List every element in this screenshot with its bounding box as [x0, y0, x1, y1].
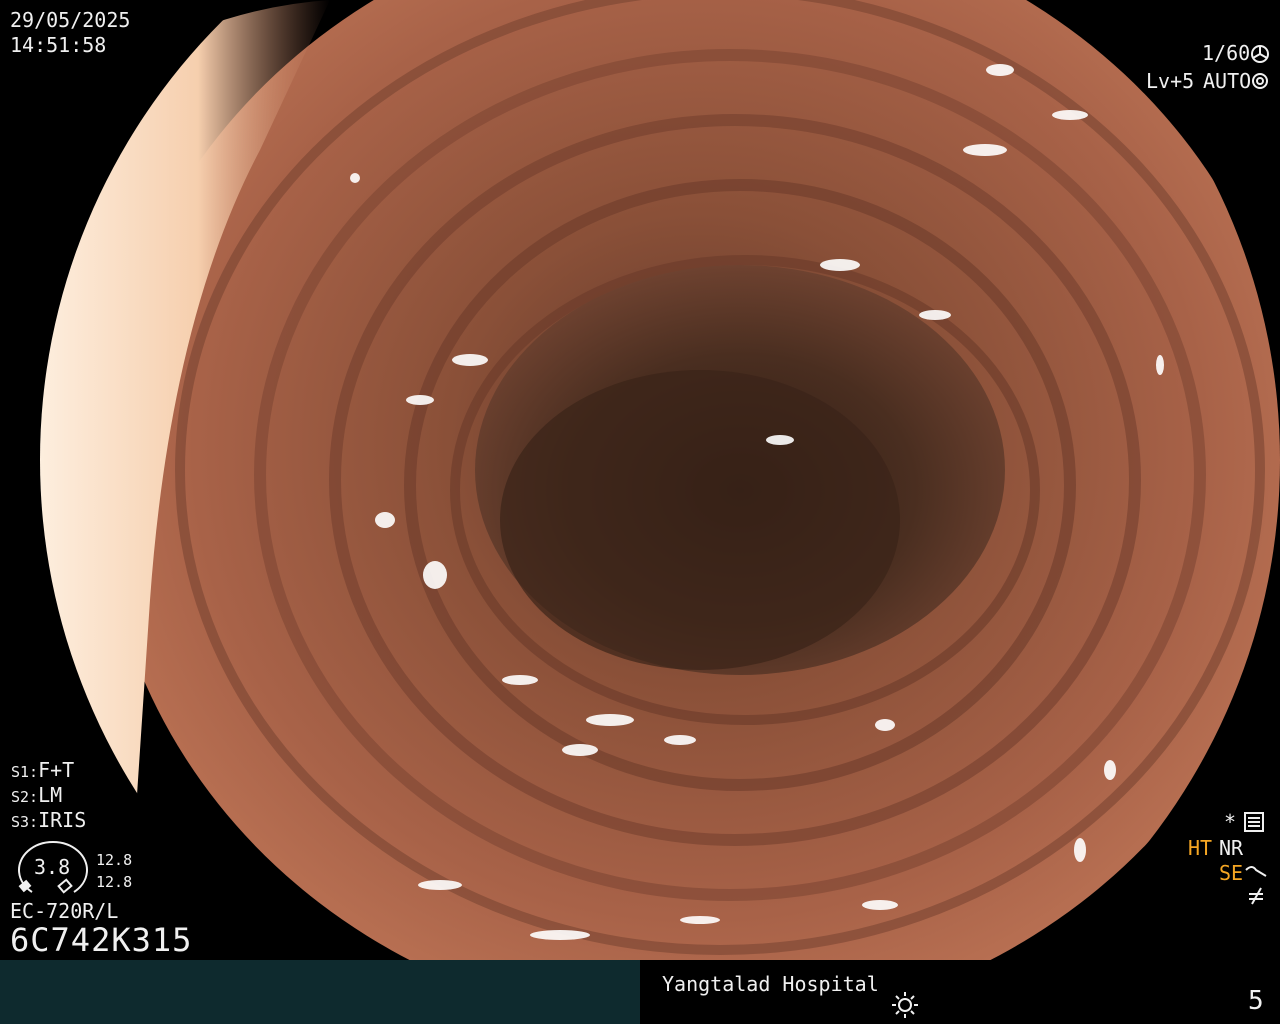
shutter-text: 1/60	[1202, 41, 1251, 65]
s3-label: S3:	[11, 813, 39, 831]
time-text: 14:51:58	[10, 33, 107, 57]
s2-value: LM	[38, 783, 63, 807]
not-equal-icon	[1249, 887, 1263, 905]
iris-icon	[1252, 73, 1268, 89]
s3-value: IRIS	[38, 808, 87, 832]
footer-right-panel: Yangtalad Hospital 5	[640, 960, 1280, 1024]
hospital-name: Yangtalad Hospital	[662, 972, 879, 996]
endoscopy-image	[0, 0, 1280, 960]
page-number: 5	[1248, 986, 1264, 1016]
curve-icon	[1245, 866, 1267, 877]
s2-label: S2:	[11, 788, 39, 806]
aperture-icon	[1251, 45, 1269, 63]
s1-label: S1:	[11, 763, 39, 781]
s1-value: F+T	[38, 758, 75, 782]
footer-bar: Yangtalad Hospital 5	[0, 960, 1280, 1024]
s1-row: S1:F+T	[11, 758, 74, 784]
serial-number: 6C742K315	[10, 921, 193, 959]
gauge-value: 3.8	[34, 855, 71, 879]
s2-row: S2:LM	[11, 783, 62, 809]
s3-row: S3:IRIS	[11, 808, 86, 834]
scope-model: EC-720R/L	[10, 899, 119, 923]
ht-indicator: HT	[1188, 836, 1213, 860]
star-indicator: *	[1224, 810, 1237, 834]
settings-sliders-icon	[1244, 812, 1264, 832]
se-indicator: SE	[1219, 861, 1244, 885]
gauge-top-value: 12.8	[96, 851, 133, 869]
footer-left-panel	[0, 960, 640, 1024]
mode-text: AUTO	[1203, 69, 1252, 93]
nr-indicator: NR	[1219, 836, 1244, 860]
level-text: Lv+5	[1146, 69, 1195, 93]
date-text: 29/05/2025	[10, 8, 131, 32]
gauge-bottom-value: 12.8	[96, 873, 133, 891]
sun-icon	[892, 992, 918, 1018]
